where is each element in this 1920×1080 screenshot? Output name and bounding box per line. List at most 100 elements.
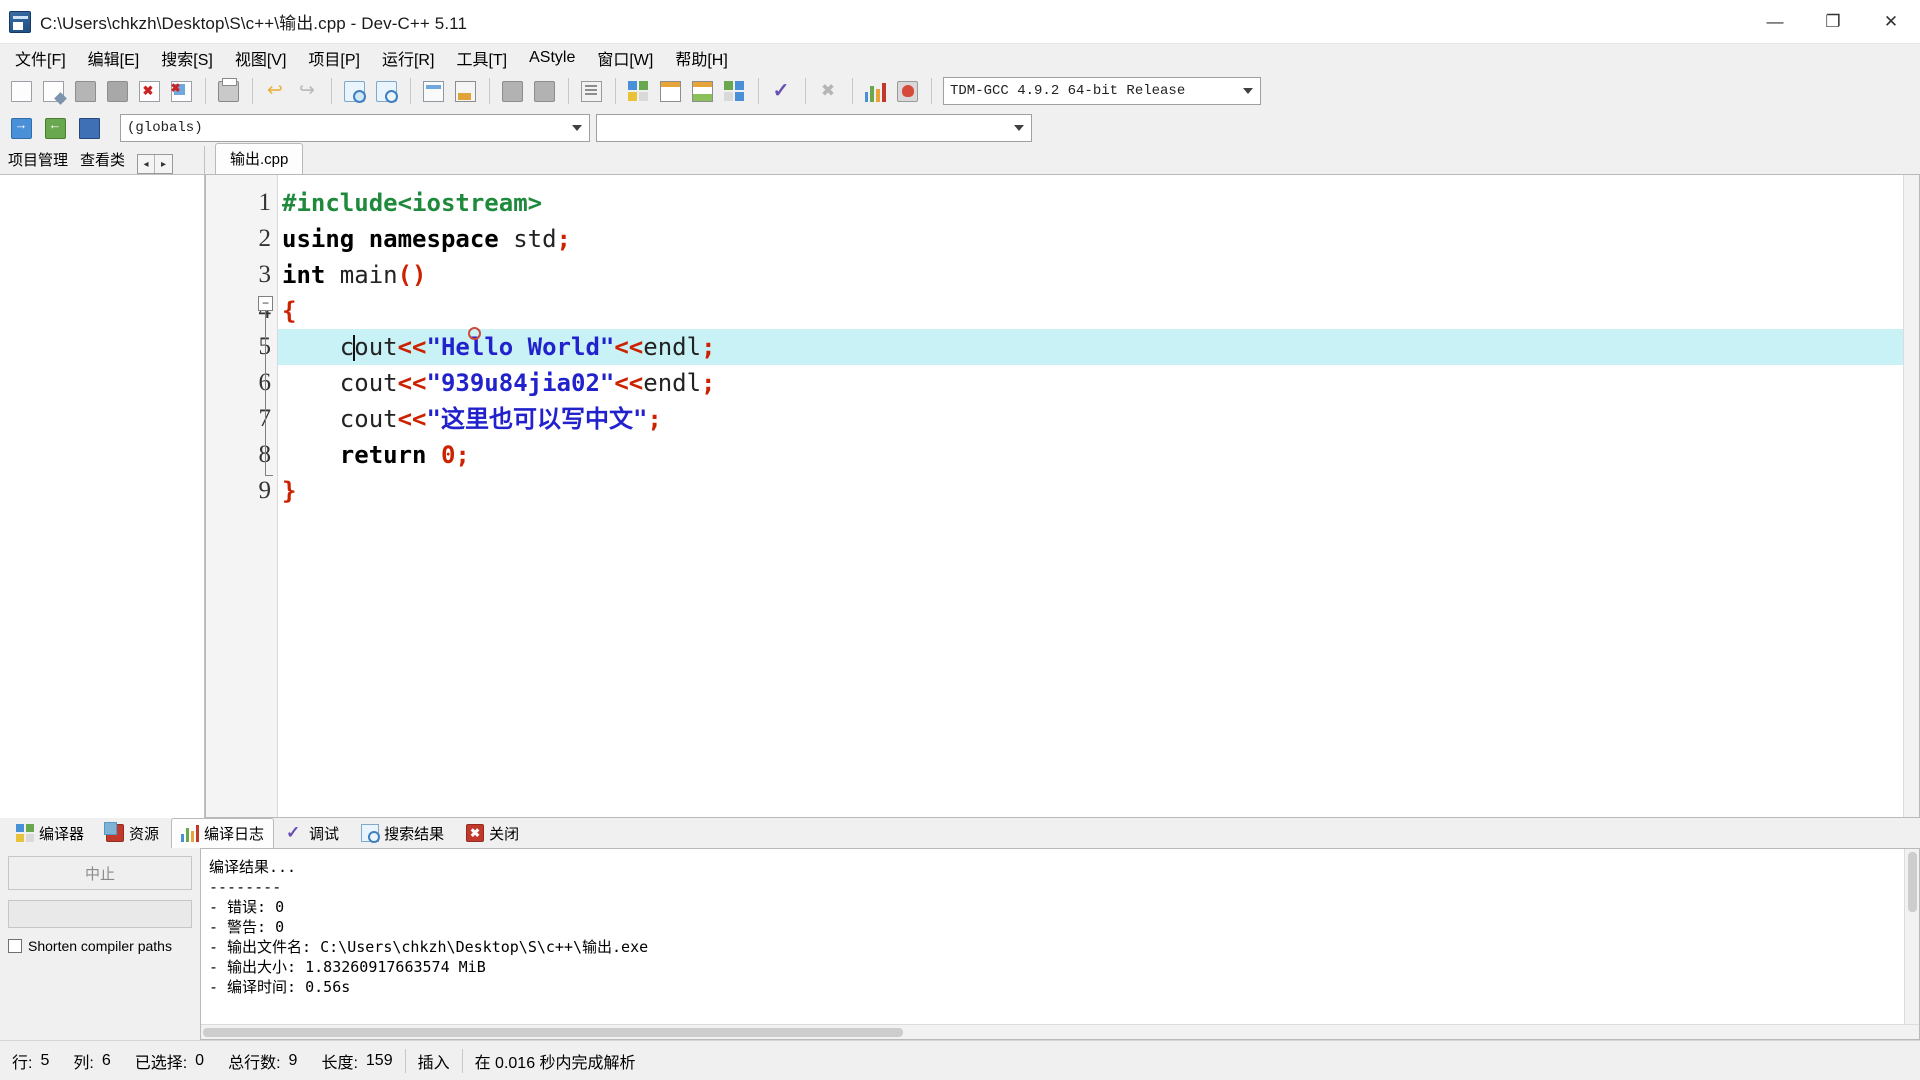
save-all-button[interactable] (102, 76, 132, 106)
editor-vertical-scrollbar[interactable] (1903, 175, 1919, 817)
tab-scroll-left-button[interactable]: ◂ (138, 155, 156, 173)
shorten-paths-checkbox[interactable] (8, 939, 22, 953)
menu-tools[interactable]: 工具[T] (445, 43, 518, 73)
debug-button[interactable]: ✖ (813, 76, 843, 106)
tab-compiler-label: 编译器 (39, 825, 85, 843)
menu-view[interactable]: 视图[V] (224, 43, 298, 73)
tab-search-results[interactable]: 搜索结果 (351, 818, 454, 849)
bottom-panel: 编译器 资源 编译日志 ✓ 调试 搜索结果 ✖ 关闭 中止 Shorten co… (0, 817, 1920, 1040)
profile-button[interactable] (892, 76, 922, 106)
tab-resources-label: 资源 (129, 825, 160, 843)
toggle-button[interactable] (40, 113, 70, 143)
compiler-select[interactable]: TDM-GCC 4.9.2 64-bit Release (943, 77, 1261, 105)
log-vertical-scrollbar[interactable] (1904, 849, 1919, 1024)
open-file-button[interactable] (38, 76, 68, 106)
new-file-icon (10, 80, 32, 102)
redo-icon: ↪ (299, 79, 315, 101)
log-line: - 输出大小: 1.83260917663574 MiB (209, 958, 486, 976)
close-all-icon (170, 80, 192, 102)
minimize-button[interactable]: — (1746, 0, 1804, 44)
log-horizontal-scrollbar-thumb[interactable] (203, 1028, 903, 1037)
menu-run[interactable]: 运行[R] (371, 43, 445, 73)
find-button[interactable] (339, 76, 369, 106)
tab-scroll-right-button[interactable]: ▸ (155, 155, 172, 173)
code-token: endl (643, 333, 702, 361)
maximize-button[interactable]: ❐ (1804, 0, 1862, 44)
compile-button[interactable] (623, 76, 653, 106)
menu-astyle[interactable]: AStyle (518, 46, 586, 70)
tab-compile-log-label: 编译日志 (204, 825, 265, 843)
status-selected: 已选择: 0 (123, 1041, 216, 1080)
log-line: - 错误: 0 (209, 898, 285, 916)
toggle-icon (44, 117, 66, 139)
tab-project-manager[interactable]: 项目管理 (2, 145, 74, 174)
status-line-value: 5 (40, 1051, 50, 1069)
shorten-paths-label: Shorten compiler paths (28, 938, 172, 954)
code-fold-toggle[interactable]: − (258, 296, 273, 311)
status-col-value: 6 (101, 1051, 111, 1069)
tab-debug[interactable]: ✓ 调试 (276, 818, 349, 849)
project-tree[interactable] (0, 174, 204, 818)
new-file-button[interactable] (6, 76, 36, 106)
abort-button[interactable]: 中止 (8, 856, 192, 890)
menu-file[interactable]: 文件[F] (4, 43, 77, 73)
compile-run-button[interactable] (687, 76, 717, 106)
code-line-4: { (278, 293, 1919, 329)
code-token: "这里也可以写中文" (426, 405, 648, 433)
menu-search[interactable]: 搜索[S] (150, 43, 224, 73)
menu-help[interactable]: 帮助[H] (664, 43, 738, 73)
close-all-button[interactable] (166, 76, 196, 106)
tab-compiler[interactable]: 编译器 (6, 818, 94, 849)
status-length-label: 长度: (321, 1054, 358, 1072)
menu-project[interactable]: 项目[P] (297, 43, 371, 73)
member-select[interactable] (596, 114, 1032, 142)
line-number: 5 (206, 329, 277, 365)
tab-class-browser[interactable]: 查看类 (74, 145, 131, 174)
menu-window[interactable]: 窗口[W] (586, 43, 664, 73)
replace-button[interactable] (371, 76, 401, 106)
close-file-button[interactable] (134, 76, 164, 106)
code-token: endl (643, 369, 702, 397)
compile-log-output[interactable]: 编译结果... -------- - 错误: 0 - 警告: 0 - 输出文件名… (200, 848, 1920, 1040)
close-button[interactable]: ✕ (1862, 0, 1920, 44)
editor-panel: 输出.cpp 1 2 3 4 5 6 7 8 9 − (205, 143, 1920, 818)
code-line-6: cout<<"939u84jia02"<<endl; (278, 365, 1919, 401)
insert-button[interactable] (6, 113, 36, 143)
code-token: ; (455, 441, 470, 469)
undo-button[interactable]: ↩ (260, 76, 290, 106)
tab-scroll-buttons: ◂ ▸ (137, 154, 174, 174)
log-horizontal-scrollbar[interactable] (201, 1024, 1919, 1039)
menu-edit[interactable]: 编辑[E] (77, 43, 151, 73)
project-options-button[interactable] (576, 76, 606, 106)
code-token: "939u84jia02" (426, 369, 615, 397)
redo-button[interactable]: ↪ (292, 76, 322, 106)
toolbar-divider (852, 78, 853, 104)
rebuild-all-icon (723, 80, 745, 102)
resource-icon (104, 822, 125, 842)
undo-icon: ↩ (267, 79, 283, 101)
code-token: << (397, 369, 427, 397)
open-project-button[interactable] (529, 76, 559, 106)
print-button[interactable] (213, 76, 243, 106)
goto-line-button[interactable] (418, 76, 448, 106)
code-content[interactable]: #include<iostream> using namespace std; … (278, 175, 1919, 817)
log-vertical-scrollbar-thumb[interactable] (1908, 852, 1917, 912)
tab-compile-log[interactable]: 编译日志 (171, 817, 275, 849)
tab-close[interactable]: ✖ 关闭 (456, 818, 529, 849)
scope-select[interactable]: (globals) (120, 114, 590, 142)
new-project-button[interactable] (497, 76, 527, 106)
document-tab-output-cpp[interactable]: 输出.cpp (215, 143, 304, 174)
profile-analysis-button[interactable] (860, 76, 890, 106)
save-file-button[interactable] (70, 76, 100, 106)
code-editor[interactable]: 1 2 3 4 5 6 7 8 9 − #include<iostream> u… (205, 174, 1920, 818)
save-as-button[interactable] (450, 76, 480, 106)
syntax-check-button[interactable]: ✓ (766, 76, 796, 106)
status-total-lines-value: 9 (288, 1051, 298, 1069)
shorten-paths-row[interactable]: Shorten compiler paths (8, 938, 192, 954)
run-button[interactable] (655, 76, 685, 106)
tab-resources[interactable]: 资源 (96, 818, 169, 849)
rebuild-all-button[interactable] (719, 76, 749, 106)
help-book-button[interactable] (74, 113, 104, 143)
grid-icon (16, 824, 34, 842)
toolbar-divider (805, 78, 806, 104)
